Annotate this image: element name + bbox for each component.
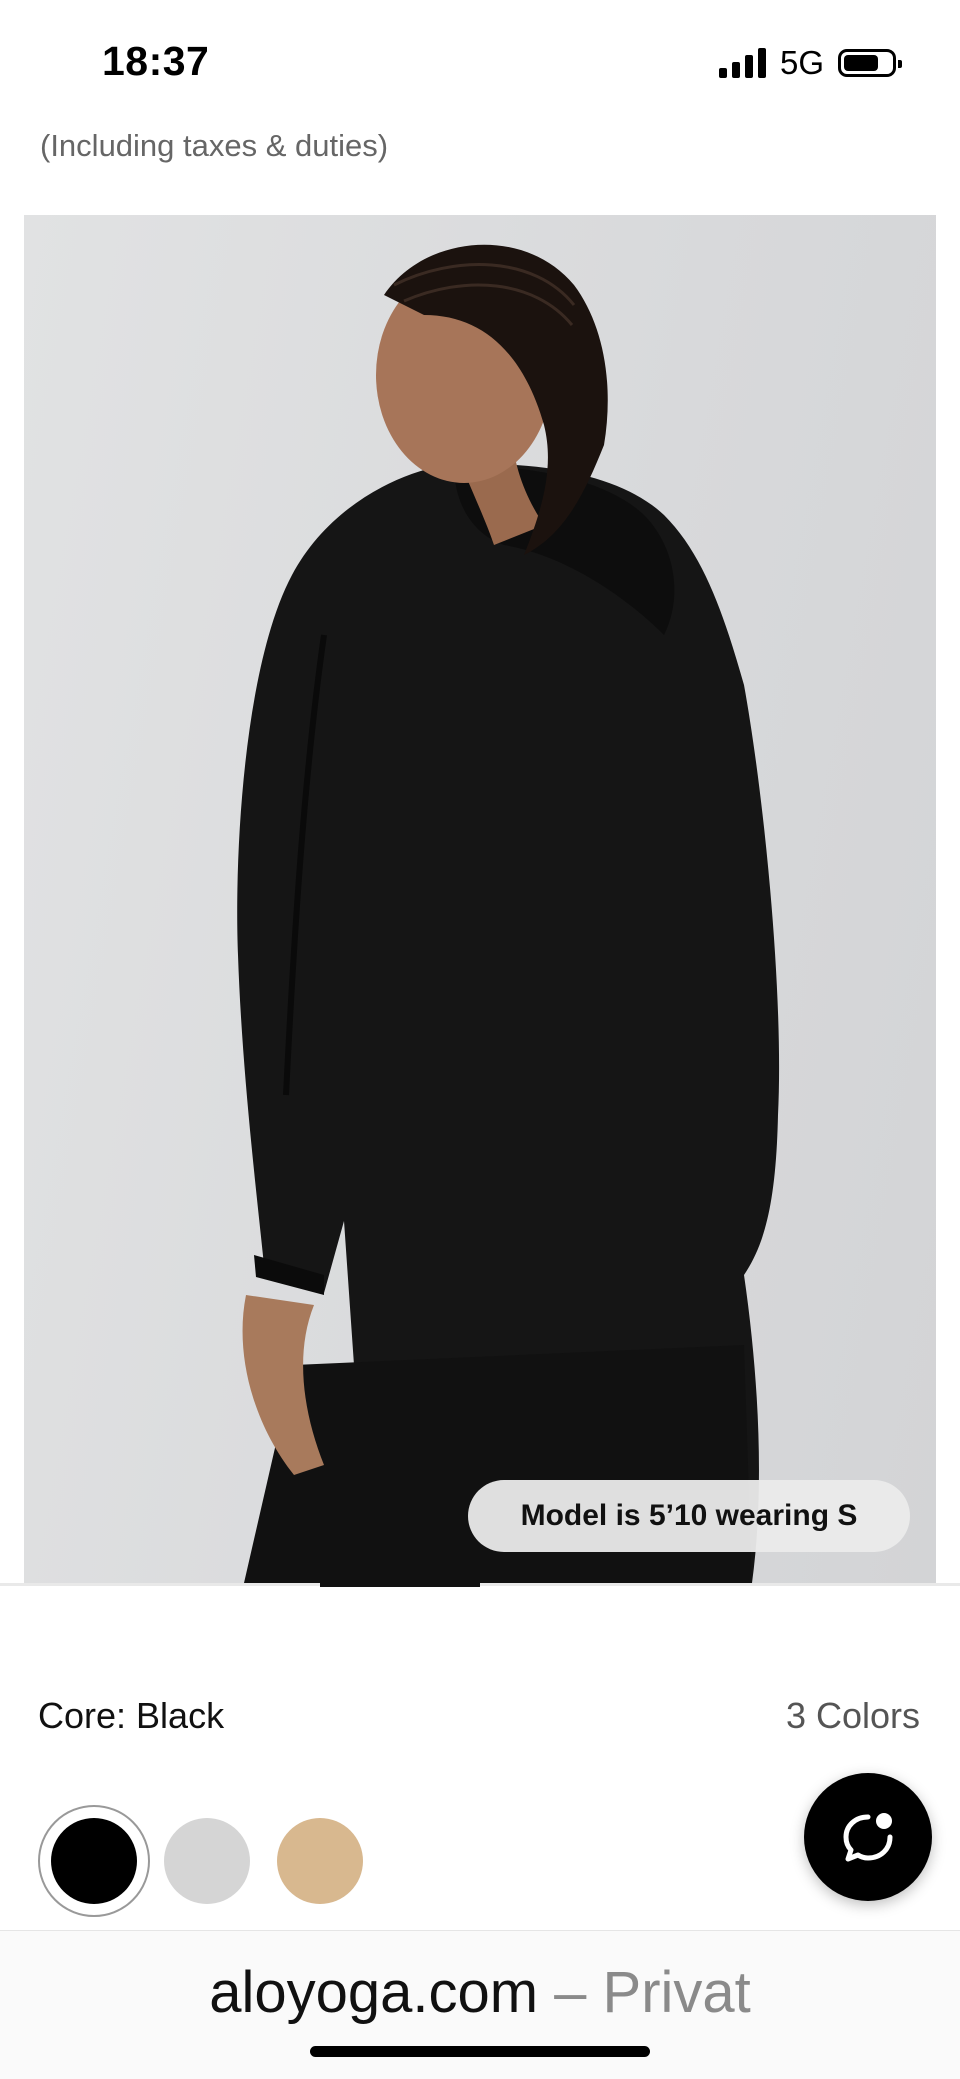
colors-count: 3 Colors <box>785 1695 920 1736</box>
product-image[interactable]: Model is 5’10 wearing S <box>24 215 936 1583</box>
network-label: 5G <box>779 44 824 81</box>
url-text: aloyoga.com – Privat <box>0 1959 960 2026</box>
price-tax-note: (Including taxes & duties) <box>40 128 389 163</box>
chat-button[interactable] <box>804 1773 932 1901</box>
model-photo <box>237 244 780 1583</box>
status-time: 18:37 <box>102 38 210 84</box>
url-domain: aloyoga.com <box>209 1960 539 2025</box>
carousel-track <box>0 1583 960 1586</box>
chat-icon <box>843 1813 893 1862</box>
signal-icon <box>718 48 766 78</box>
home-indicator[interactable] <box>310 2046 650 2057</box>
color-swatch-black[interactable] <box>38 1805 150 1917</box>
battery-icon <box>838 49 902 77</box>
status-indicators: 5G <box>718 44 902 82</box>
swatch-black-fill <box>51 1818 137 1904</box>
carousel-indicator[interactable] <box>320 1583 480 1587</box>
color-swatch-tan[interactable] <box>277 1818 363 1904</box>
private-mode-label: – Privat <box>538 1960 751 2025</box>
selected-color-label: Core: Black <box>38 1695 225 1736</box>
color-swatch-grey[interactable] <box>164 1818 250 1904</box>
status-bar: 18:37 5G <box>0 0 960 120</box>
model-size-info: Model is 5’10 wearing S <box>468 1480 910 1552</box>
